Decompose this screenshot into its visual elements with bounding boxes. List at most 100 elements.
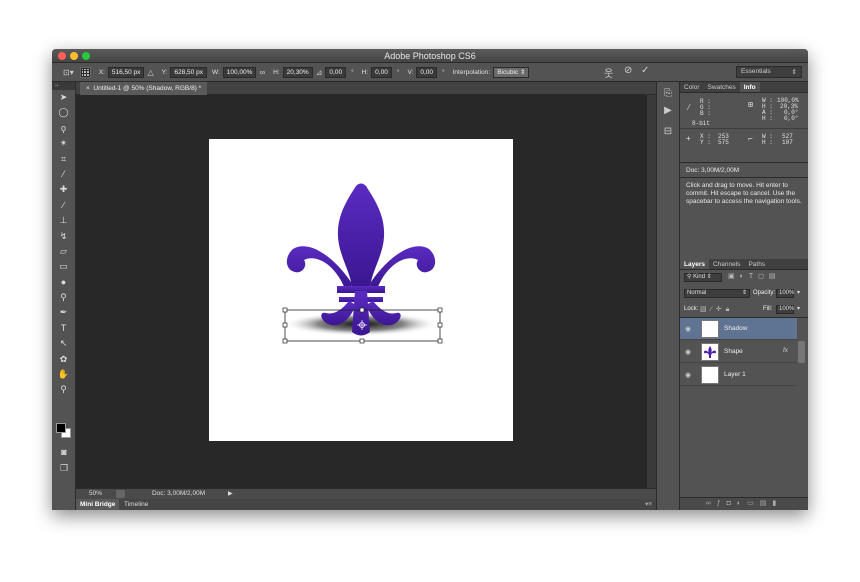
layers-footer-icons[interactable]: ∞ƒ◘◐▭▤▮ [680,497,808,510]
x-position-field[interactable]: 516,50 px [107,66,145,78]
vertical-scrollbar[interactable] [647,95,656,488]
zoom-level[interactable]: 50% [89,489,102,499]
degree-symbol-3: ° [442,68,445,76]
blend-mode-select[interactable]: Normal ⇕ [684,289,750,298]
right-panels: Color Swatches Info ⁄ R : G : B : 8-bit … [680,82,808,510]
layers-panel: Layers Channels Paths ⚲ Kind ⇕ ▣◐T◻▤ Nor… [680,259,808,510]
brush-tool-icon[interactable]: ∕ [52,198,75,213]
fill-arrow-icon[interactable]: ▾ [797,305,800,312]
hand-tool-icon[interactable]: ✋ [52,367,75,382]
hskew-field[interactable]: 0,00 [371,66,392,78]
cancel-transform-icon[interactable]: ⊘ [624,65,632,76]
clone-stamp-tool-icon[interactable]: ⊥ [52,213,75,228]
tool-preset-icon[interactable]: ⊡▾ [63,68,74,77]
interpolation-value: Bicubic [497,68,519,76]
y-label: Y: [161,68,168,76]
layer-row-shape[interactable]: ◉ Shape fx [680,341,797,363]
eyedropper-tool-icon[interactable]: ⁄ [52,167,75,182]
layer-name: Shape [724,348,743,355]
document-tab-title: Untitled-1 @ 50% (Shadow, RGB/8) * [93,85,202,92]
actions-panel-icon[interactable]: ▶ [657,105,679,116]
visibility-eye-icon[interactable]: ◉ [685,325,691,333]
foreground-color-swatch[interactable] [56,423,66,433]
info-readout: ⁄ R : G : B : 8-bit ⊞ W : 100,0% H : 20,… [680,93,808,159]
link-icon[interactable]: ∞ [259,68,265,77]
tab-timeline[interactable]: Timeline [120,499,152,510]
properties-panel-icon[interactable]: ⊟ [657,126,679,137]
layer-fx-badge[interactable]: fx [783,347,788,354]
tab-layers[interactable]: Layers [680,259,709,269]
blur-tool-icon[interactable]: ● [52,275,75,290]
panel-menu-icon[interactable]: ▾≡ [645,499,652,510]
layer-name: Layer 1 [724,371,746,378]
status-icon[interactable] [116,490,125,498]
width-field[interactable]: 100,00% [222,66,257,78]
lock-label: Lock: [684,306,699,312]
relative-position-icon[interactable]: △ [147,68,153,77]
lock-icons[interactable]: ▧∕✛🔒︎ [700,305,733,314]
height-field[interactable]: 20,30% [282,66,313,78]
y-position-field[interactable]: 628,50 px [170,66,207,78]
rotate-field[interactable]: 0,00 [325,66,347,78]
fill-field[interactable]: 100% [776,305,794,314]
opacity-field[interactable]: 100% [776,289,794,298]
history-brush-tool-icon[interactable]: ↯ [52,229,75,244]
document-tab[interactable]: × Untitled-1 @ 50% (Shadow, RGB/8) * [80,82,208,95]
layers-scrollbar-thumb[interactable] [798,341,805,363]
reference-point-grid[interactable] [79,66,91,78]
canvas-area[interactable] [76,95,656,488]
vskew-label: V: [407,68,414,76]
vskew-field[interactable]: 0,00 [416,66,437,78]
crop-tool-icon[interactable]: ⌗ [52,152,75,167]
zoom-tool-icon[interactable]: ⚲ [52,382,75,397]
document-canvas[interactable] [209,139,513,441]
magic-wand-tool-icon[interactable]: ✴ [52,136,75,151]
panel-divider [680,162,808,163]
status-menu-arrow-icon[interactable]: ▶ [228,489,233,499]
panel-divider-2 [680,177,808,178]
tab-color[interactable]: Color [680,82,704,92]
workspace-select[interactable]: Essentials ⇕ [736,66,802,78]
dodge-tool-icon[interactable]: ⚲ [52,290,75,305]
workspace-value: Essentials [741,68,771,75]
tab-channels[interactable]: Channels [709,259,744,269]
eyedropper-icon: ⁄ [686,103,692,113]
tab-paths[interactable]: Paths [744,259,769,269]
photoshop-window: Adobe Photoshop CS6 ⊡▾ X: 516,50 px △ Y:… [52,49,808,510]
panel-collapse-icon[interactable]: ›› [52,82,75,90]
healing-brush-tool-icon[interactable]: ✚ [52,182,75,197]
layer-kind-filter[interactable]: ⚲ Kind ⇕ [684,273,722,282]
visibility-eye-icon[interactable]: ◉ [685,348,691,356]
screen-mode-icon[interactable]: ❐ [52,461,76,476]
tab-info[interactable]: Info [739,82,760,92]
tab-swatches[interactable]: Swatches [704,82,740,92]
pen-tool-icon[interactable]: ✒ [52,305,75,320]
type-tool-icon[interactable]: T [52,321,75,336]
document-tab-bar: × Untitled-1 @ 50% (Shadow, RGB/8) * [76,82,656,95]
visibility-eye-icon[interactable]: ◉ [685,371,691,379]
gradient-tool-icon[interactable]: ▭ [52,259,75,274]
color-swatches[interactable] [56,423,72,439]
eraser-tool-icon[interactable]: ▱ [52,244,75,259]
layer-filter-icons[interactable]: ▣◐T◻▤ [728,272,781,280]
chevron-updown-icon-2: ⇕ [741,290,747,296]
interpolation-select[interactable]: Bicubic ⇕ [493,66,530,78]
commit-transform-icon[interactable]: ✓ [641,65,649,76]
layer-row-shadow[interactable]: ◉ Shadow [680,318,797,340]
layer-row-layer1[interactable]: ◉ Layer 1 [680,364,797,386]
tab-mini-bridge[interactable]: Mini Bridge [76,499,120,510]
shape-tool-icon[interactable]: ✿ [52,352,75,367]
layer-name: Shadow [724,325,748,332]
move-tool-icon[interactable]: ➤ [52,90,75,105]
close-tab-icon[interactable]: × [86,85,90,92]
opacity-arrow-icon[interactable]: ▾ [797,289,800,296]
path-selection-tool-icon[interactable]: ↖ [52,336,75,351]
warp-icon[interactable]: 웃 [604,65,613,80]
history-panel-icon[interactable]: ⎘ [657,88,679,99]
interpolation-label: Interpolation: [452,68,491,76]
marquee-tool-icon[interactable]: ◯ [52,105,75,120]
blend-mode-value: Normal [687,290,707,296]
lasso-tool-icon[interactable]: ϙ [52,121,75,136]
crosshair-icon: + [686,135,691,144]
quick-mask-icon[interactable]: ◙ [52,445,76,460]
